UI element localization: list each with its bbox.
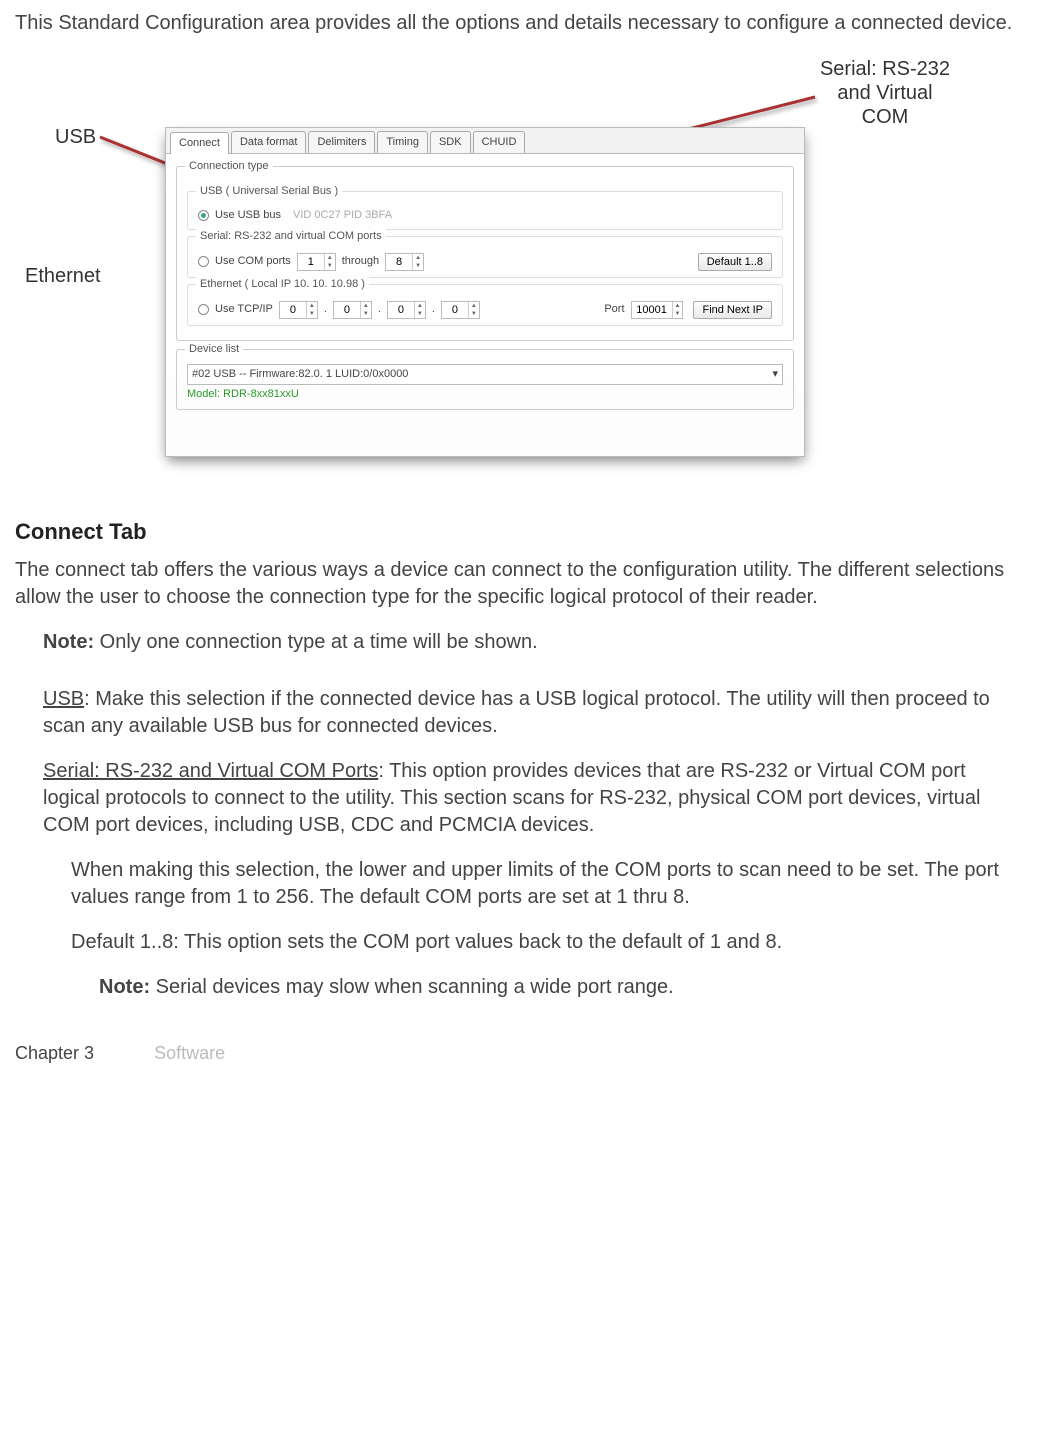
ip-octet-4-input[interactable] [442, 302, 468, 318]
callout-serial-line1: Serial: RS-232 [820, 58, 950, 80]
dot: . [324, 302, 327, 317]
callout-usb: USB [55, 125, 96, 149]
ip-octet-4[interactable]: ▲▼ [441, 301, 480, 319]
ip-octet-1-input[interactable] [280, 302, 306, 318]
footer-chapter: Chapter 3 [15, 1041, 94, 1065]
device-dropdown[interactable]: #02 USB -- Firmware:82.0. 1 LUID:0/0x000… [187, 364, 783, 385]
tab-connect[interactable]: Connect [170, 132, 229, 154]
ethernet-subgroup-title: Ethernet ( Local IP 10. 10. 10.98 ) [196, 277, 369, 292]
ethernet-radio-label: Use TCP/IP [215, 302, 273, 317]
note-text: Serial devices may slow when scanning a … [150, 976, 674, 998]
default-1-8-button[interactable]: Default 1..8 [698, 253, 772, 271]
serial-sub2: Default 1..8: This option sets the COM p… [71, 929, 1022, 956]
serial-term: Serial: RS-232 and Virtual COM Ports [43, 760, 378, 782]
dot: . [432, 302, 435, 317]
footer-section: Software [154, 1041, 225, 1065]
callout-serial: Serial: RS-232 and Virtual COM [795, 57, 975, 129]
tab-chuid[interactable]: CHUID [473, 131, 526, 153]
ethernet-subgroup: Ethernet ( Local IP 10. 10. 10.98 ) Use … [187, 284, 783, 326]
ip-octet-3[interactable]: ▲▼ [387, 301, 426, 319]
callout-serial-line3: COM [862, 106, 909, 128]
find-next-ip-button[interactable]: Find Next IP [693, 301, 772, 319]
serial-subgroup: Serial: RS-232 and virtual COM ports Use… [187, 236, 783, 278]
device-model: Model: RDR-8xx81xxU [187, 387, 783, 402]
port-spinner[interactable]: ▲▼ [631, 301, 684, 319]
tab-delimiters[interactable]: Delimiters [308, 131, 375, 153]
intro-text: This Standard Configuration area provide… [15, 10, 1022, 37]
through-label: through [342, 254, 379, 269]
ethernet-radio[interactable] [198, 304, 209, 315]
serial-paragraph: Serial: RS-232 and Virtual COM Ports: Th… [43, 758, 1022, 839]
usb-subgroup: USB ( Universal Serial Bus ) Use USB bus… [187, 191, 783, 230]
usb-vid-pid: VID 0C27 PID 3BFA [293, 208, 392, 223]
tab-bar: Connect Data format Delimiters Timing SD… [166, 128, 804, 154]
callout-ethernet: Ethernet [25, 264, 101, 288]
usb-paragraph: USB: Make this selection if the connecte… [43, 686, 1022, 740]
serial-radio-label: Use COM ports [215, 254, 291, 269]
serial-subgroup-title: Serial: RS-232 and virtual COM ports [196, 229, 386, 244]
annotated-figure: USB Ethernet Serial: RS-232 and Virtual … [15, 77, 1015, 457]
note-label: Note: [43, 631, 94, 653]
note-label: Note: [99, 976, 150, 998]
tab-timing[interactable]: Timing [377, 131, 428, 153]
com-from-input[interactable] [298, 254, 324, 270]
device-list-label: Device list [185, 342, 243, 357]
device-selected: #02 USB -- Firmware:82.0. 1 LUID:0/0x000… [192, 367, 408, 382]
usb-radio-label: Use USB bus [215, 208, 281, 223]
config-screenshot: Connect Data format Delimiters Timing SD… [165, 127, 805, 457]
serial-sub1: When making this selection, the lower an… [71, 857, 1022, 911]
port-input[interactable] [632, 302, 672, 318]
device-list-group: Device list #02 USB -- Firmware:82.0. 1 … [176, 349, 794, 411]
note-text: Only one connection type at a time will … [94, 631, 538, 653]
tab-data-format[interactable]: Data format [231, 131, 306, 153]
tab-sdk[interactable]: SDK [430, 131, 471, 153]
usb-term: USB [43, 688, 84, 710]
port-label: Port [604, 302, 624, 317]
chevron-down-icon: ▾ [772, 367, 778, 382]
page-footer: Chapter 3 Software [15, 1041, 1022, 1065]
ip-octet-1[interactable]: ▲▼ [279, 301, 318, 319]
serial-radio[interactable] [198, 256, 209, 267]
dot: . [378, 302, 381, 317]
note-two: Note: Serial devices may slow when scann… [99, 974, 1022, 1001]
connect-tab-heading: Connect Tab [15, 517, 1022, 547]
com-to-input[interactable] [386, 254, 412, 270]
connection-type-group: Connection type USB ( Universal Serial B… [176, 166, 794, 341]
usb-subgroup-title: USB ( Universal Serial Bus ) [196, 184, 342, 199]
note-one: Note: Only one connection type at a time… [43, 629, 1022, 656]
callout-serial-line2: and Virtual [837, 82, 932, 104]
usb-radio[interactable] [198, 210, 209, 221]
usb-desc: : Make this selection if the connected d… [43, 688, 990, 737]
ip-octet-3-input[interactable] [388, 302, 414, 318]
com-to-spinner[interactable]: ▲▼ [385, 253, 424, 271]
connection-type-label: Connection type [185, 159, 273, 174]
ip-octet-2[interactable]: ▲▼ [333, 301, 372, 319]
ip-octet-2-input[interactable] [334, 302, 360, 318]
com-from-spinner[interactable]: ▲▼ [297, 253, 336, 271]
connect-tab-paragraph: The connect tab offers the various ways … [15, 557, 1022, 611]
